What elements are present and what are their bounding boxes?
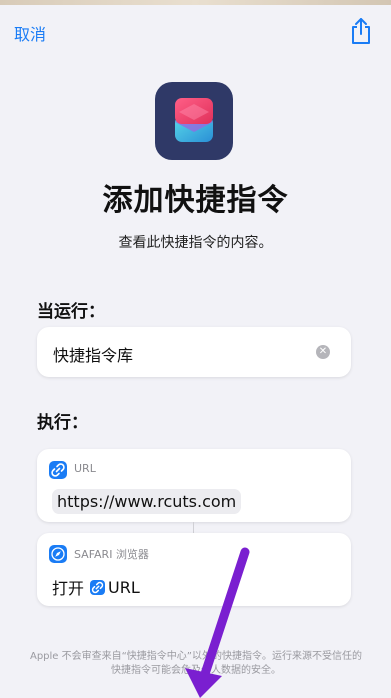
url-value-field[interactable]: https://www.rcuts.com	[52, 489, 242, 514]
url-action-card[interactable]: URL https://www.rcuts.com	[37, 449, 351, 522]
open-verb: 打开	[52, 579, 85, 598]
when-run-label: 当运行：	[37, 302, 105, 322]
page-subtitle: 查看此快捷指令的内容。	[118, 235, 273, 251]
safari-action-card[interactable]: SAFARI 浏览器 打开 URL	[37, 533, 351, 606]
footer-disclaimer: Apple 不会审查来自“快捷指令中心”以外的快捷指令。运行来源不受信任的快捷指…	[29, 651, 362, 676]
clear-icon[interactable]: ✕	[316, 345, 330, 359]
top-edge-strip	[0, 0, 391, 5]
when-run-card[interactable]: 快捷指令库 ✕	[37, 327, 351, 377]
execute-label: 执行：	[37, 413, 88, 433]
page-title: 添加快捷指令	[102, 183, 289, 218]
shortcuts-app-icon	[155, 82, 233, 160]
url-action-header: URL	[74, 462, 96, 475]
share-icon[interactable]	[349, 17, 373, 45]
cancel-button[interactable]: 取消	[14, 21, 46, 45]
open-url-row: 打开 URL	[52, 575, 140, 599]
safari-compass-icon	[49, 545, 67, 563]
link-icon	[90, 579, 106, 595]
link-icon	[49, 461, 67, 479]
url-variable-label: URL	[108, 577, 140, 597]
action-connector	[193, 522, 194, 533]
when-run-value: 快捷指令库	[53, 346, 134, 365]
url-variable-chip[interactable]: URL	[90, 578, 140, 597]
safari-action-header: SAFARI 浏览器	[74, 548, 149, 561]
